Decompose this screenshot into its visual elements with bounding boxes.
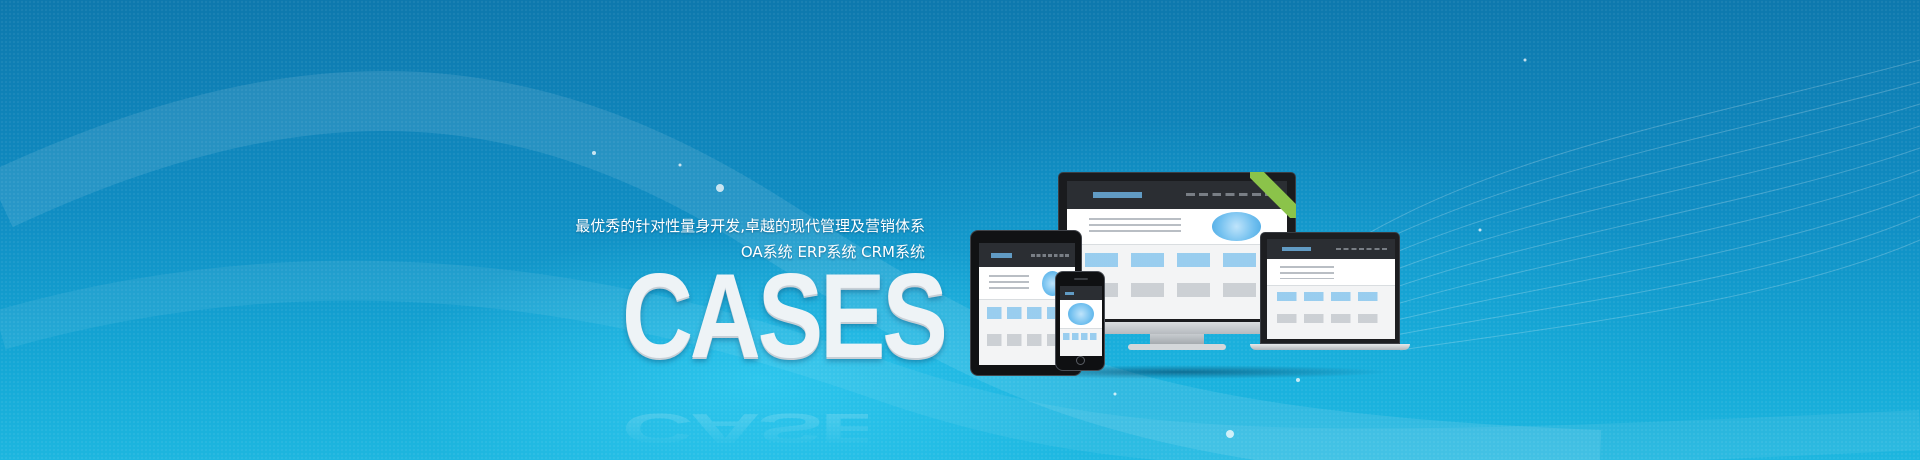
laptop-illustration [1250,232,1410,358]
tagline-line-1: 最优秀的针对性量身开发,卓越的现代管理及营销体系 [575,217,925,235]
laptop-screen [1267,239,1395,339]
cases-heading: CASES [622,249,948,383]
laptop-base [1250,344,1410,350]
phone-illustration [1055,271,1105,371]
cases-heading-group: CASES CASES [622,249,948,452]
phone-screen [1060,286,1102,356]
cases-heading-reflection: CASES [622,404,945,452]
cases-banner: 最优秀的针对性量身开发,卓越的现代管理及营销体系 OA系统 ERP系统 CRM系… [0,0,1920,460]
corner-ribbon [1250,172,1296,218]
responsive-devices-illustration [960,160,1410,380]
phone-home-button [1076,356,1085,365]
